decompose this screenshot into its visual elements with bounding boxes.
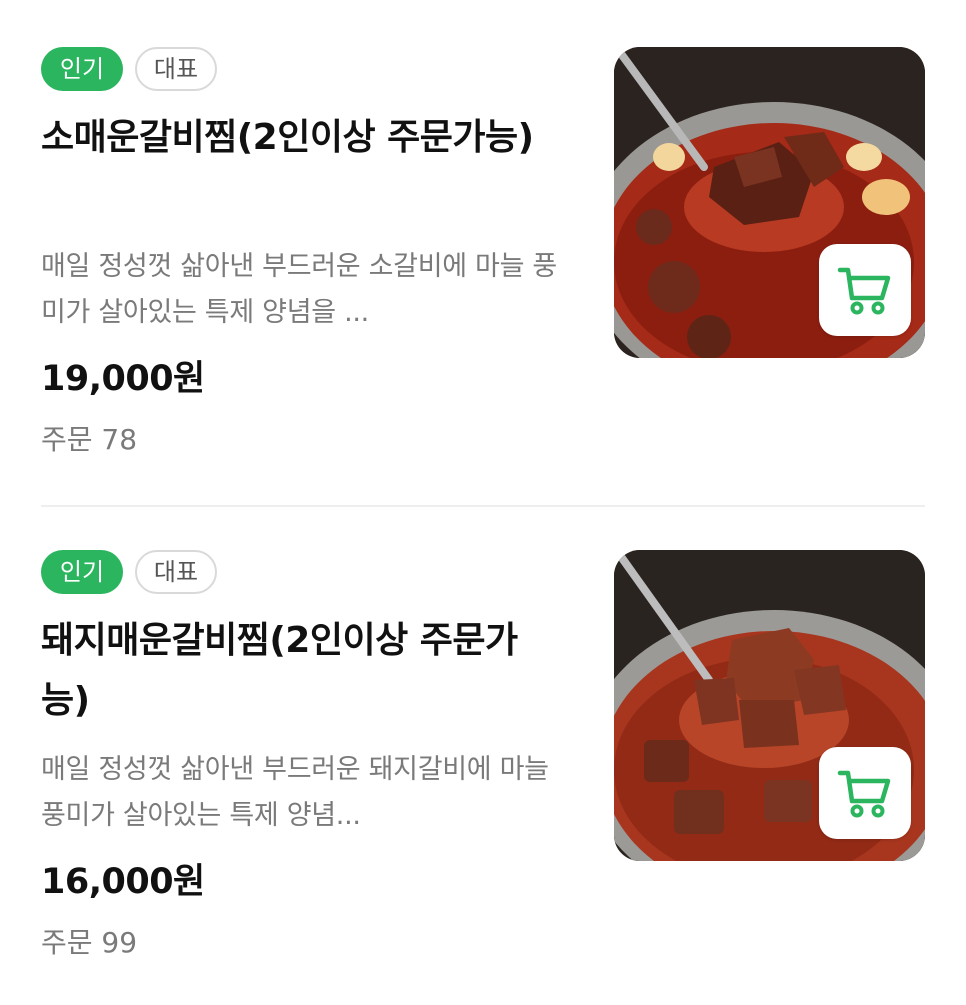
badge-group: 인기 대표: [41, 47, 217, 91]
menu-item-image[interactable]: [614, 47, 925, 358]
menu-item-title: 소매운갈비찜(2인이상 주문가능): [41, 117, 534, 158]
signature-badge: 대표: [135, 47, 217, 91]
signature-badge: 대표: [135, 550, 217, 594]
popular-badge: 인기: [41, 47, 123, 91]
shopping-cart-icon: [837, 267, 891, 315]
popular-badge: 인기: [41, 550, 123, 594]
menu-item-image[interactable]: [614, 550, 925, 861]
menu-item-price: 16,000원: [41, 862, 205, 902]
menu-item-pork-rib[interactable]: 인기 대표 돼지매운갈비찜(2인이상 주문가능) 매일 정성껏 삶아낸 부드러운…: [0, 503, 966, 973]
add-to-cart-button[interactable]: [819, 747, 911, 839]
badge-group: 인기 대표: [41, 550, 217, 594]
menu-item-order-count: 주문 78: [41, 423, 138, 456]
shopping-cart-icon: [837, 770, 891, 818]
menu-item-price: 19,000원: [41, 359, 205, 399]
menu-item-title: 돼지매운갈비찜(2인이상 주문가능): [41, 620, 518, 721]
menu-item-description: 매일 정성껏 삶아낸 부드러운 소갈비에 마늘 풍미가 살아있는 특제 양념을 …: [41, 251, 557, 328]
menu-item-order-count: 주문 99: [41, 926, 138, 959]
menu-item-description: 매일 정성껏 삶아낸 부드러운 돼지갈비에 마늘 풍미가 살아있는 특제 양념.…: [41, 754, 549, 831]
add-to-cart-button[interactable]: [819, 244, 911, 336]
menu-item-beef-rib[interactable]: 인기 대표 소매운갈비찜(2인이상 주문가능) 매일 정성껏 삶아낸 부드러운 …: [0, 0, 966, 470]
